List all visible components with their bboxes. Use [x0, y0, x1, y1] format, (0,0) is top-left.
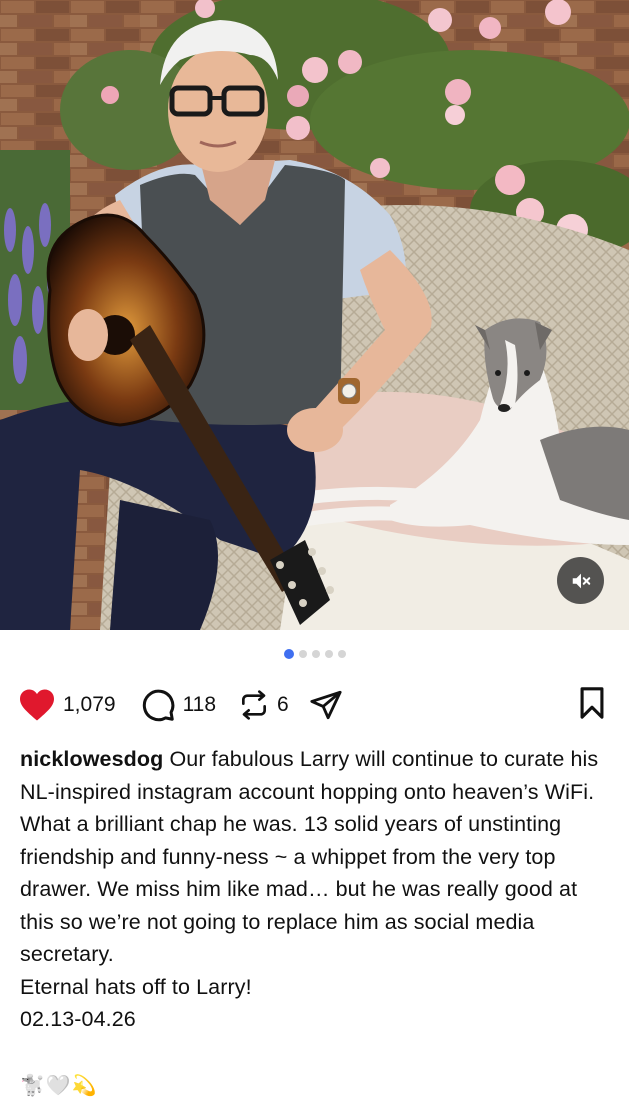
share-button[interactable]: [309, 688, 343, 722]
carousel-dot: [337, 650, 346, 658]
mute-button[interactable]: [557, 557, 604, 604]
caption-username[interactable]: nicklowesdog: [20, 747, 163, 771]
caption-dates: 02.13-04.26: [20, 1007, 136, 1031]
carousel-dot: [324, 650, 333, 658]
carousel-indicator: [0, 649, 629, 659]
heart-filled-icon: [20, 689, 54, 721]
carousel-dot: [298, 650, 307, 658]
bookmark-icon: [580, 686, 604, 719]
instagram-post: 1,079 118 6 nicklowesdog Our fabulous La…: [0, 0, 629, 1117]
repost-icon: [242, 690, 267, 720]
carousel-dot: [311, 650, 320, 658]
dizzy-emoji: 💫: [71, 1075, 97, 1097]
carousel-dot-active: [283, 649, 294, 659]
poodle-emoji: 🐩: [20, 1075, 45, 1097]
repost-button[interactable]: 6: [238, 688, 289, 722]
comment-count: 118: [182, 693, 217, 716]
speaker-muted-icon: [572, 573, 590, 588]
action-bar: 1,079 118 6: [18, 680, 611, 730]
like-button[interactable]: 1,079: [18, 688, 116, 722]
comment-bubble-icon: [142, 689, 174, 722]
caption-text: Our fabulous Larry will continue to cura…: [20, 747, 599, 966]
save-button[interactable]: [577, 686, 607, 725]
caption-emojis: 🐩 🤍 💫: [20, 1073, 97, 1098]
post-photo[interactable]: [0, 0, 629, 630]
caption-body: nicklowesdog Our fabulous Larry will con…: [20, 743, 615, 971]
photo-scene: [0, 0, 629, 630]
caption-line-eternal: Eternal hats off to Larry!: [20, 974, 252, 999]
post-caption: nicklowesdog Our fabulous Larry will con…: [20, 743, 615, 1036]
send-paper-plane-icon: [310, 690, 342, 720]
comment-button[interactable]: 118: [140, 687, 216, 723]
like-count: 1,079: [63, 693, 116, 716]
repost-count: 6: [277, 693, 289, 716]
white-heart-emoji: 🤍: [45, 1075, 71, 1097]
